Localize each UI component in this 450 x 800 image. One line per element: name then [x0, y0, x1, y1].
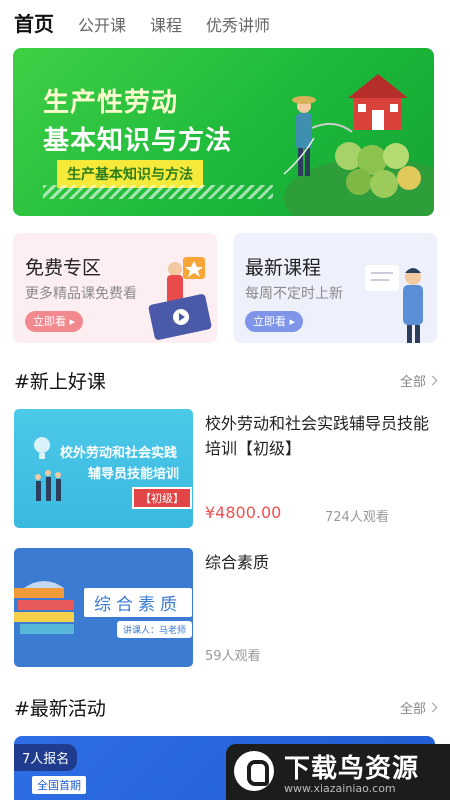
new-courses-section-header: #新上好课 全部 — [14, 367, 438, 394]
bird-logo-icon — [234, 751, 274, 791]
course-item[interactable]: 综合素质 讲课人：马老师 综合素质 59人观看 — [14, 548, 436, 668]
farmer-illustration-icon — [283, 74, 434, 216]
books-icon — [14, 581, 74, 634]
tablet-person-icon — [148, 257, 212, 340]
course-title: 校外劳动和社会实践辅导员技能培训【初级】 — [205, 414, 430, 458]
top-tab-bar: 首页 公开课 课程 优秀讲师 — [14, 8, 270, 37]
free-zone-subtitle: 更多精品课免费看 — [25, 286, 137, 302]
site-watermark: 下载鸟资源 www.xiazainiao.com — [226, 744, 450, 800]
watermark-name: 下载鸟资源 — [284, 754, 420, 784]
free-zone-title: 免费专区 — [25, 257, 102, 279]
banner-tag: 生产基本知识与方法 — [57, 160, 203, 188]
latest-courses-watch-button[interactable]: 立即看 ▸ — [245, 311, 304, 332]
course-view-count: 59人观看 — [205, 649, 261, 664]
course-view-count: 724人观看 — [325, 510, 389, 525]
course-thumbnail: 综合素质 讲课人：马老师 — [14, 548, 193, 667]
view-all-new-courses-link[interactable]: 全部 — [399, 371, 438, 390]
tab-courses[interactable]: 课程 — [150, 12, 182, 36]
free-zone-watch-button[interactable]: 立即看 ▸ — [25, 311, 84, 332]
latest-courses-subtitle: 每周不定时上新 — [245, 286, 343, 302]
activity-first-session-badge: 全国首期 — [32, 776, 86, 794]
hero-banner[interactable]: 生产性劳动 基本知识与方法 生产基本知识与方法 — [13, 48, 434, 216]
view-all-label: 全部 — [399, 702, 426, 717]
thumbnail-level-badge: 【初级】 — [132, 487, 192, 509]
thumbnail-line2: 辅导员技能培训 — [88, 467, 180, 482]
banner-title-line2: 基本知识与方法 — [43, 126, 233, 156]
section-title-new-courses: #新上好课 — [14, 371, 106, 393]
reading-person-icon — [365, 265, 423, 343]
latest-courses-card[interactable]: 最新课程 每周不定时上新 立即看 ▸ — [233, 233, 437, 343]
watermark-url: www.xiazainiao.com — [284, 782, 396, 795]
thumbnail-label: 综合素质 — [84, 588, 192, 617]
free-zone-card[interactable]: 免费专区 更多精品课免费看 立即看 ▸ — [13, 233, 217, 343]
latest-courses-title: 最新课程 — [245, 257, 322, 279]
activities-section-header: #最新活动 全部 — [14, 694, 438, 721]
chevron-right-icon — [427, 702, 438, 713]
section-title-activities: #最新活动 — [14, 698, 106, 720]
banner-title-line1: 生产性劳动 — [43, 88, 179, 118]
tab-lecturers[interactable]: 优秀讲师 — [206, 12, 270, 36]
view-all-activities-link[interactable]: 全部 — [399, 698, 438, 717]
course-thumbnail: 校外劳动和社会实践 辅导员技能培训 【初级】 — [14, 409, 193, 528]
course-price: ¥4800.00 — [205, 503, 282, 522]
tab-open-class[interactable]: 公开课 — [78, 12, 126, 36]
course-item[interactable]: 校外劳动和社会实践 辅导员技能培训 【初级】 校外劳动和社会实践辅导员技能培训【… — [14, 409, 436, 528]
chevron-right-icon — [427, 375, 438, 386]
thumbnail-line1: 校外劳动和社会实践 — [60, 446, 178, 461]
registration-count-badge: 7人报名 — [14, 744, 78, 771]
banner-decoration — [43, 185, 273, 199]
course-title: 综合素质 — [205, 553, 270, 572]
thumbnail-teacher: 讲课人：马老师 — [117, 621, 193, 638]
tab-home[interactable]: 首页 — [14, 8, 54, 37]
view-all-label: 全部 — [399, 375, 426, 390]
